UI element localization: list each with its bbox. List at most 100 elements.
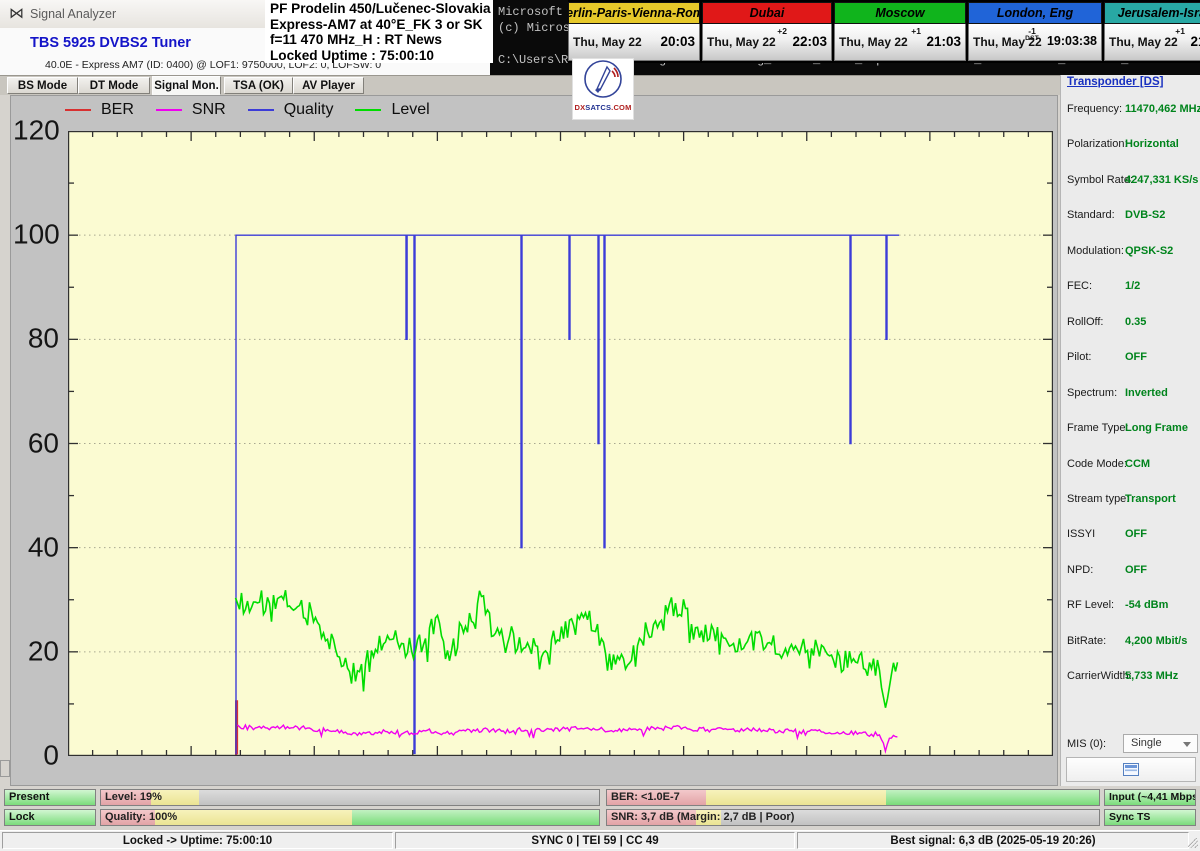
meter-quality: Quality: 100% <box>100 809 600 826</box>
legend-swatch-quality <box>247 109 274 111</box>
meter-segment-yellow <box>706 790 886 805</box>
console-line: (c) Microso <box>498 21 578 35</box>
meter-segment-green <box>351 810 599 825</box>
clock-date: Thu, May 22 <box>573 35 642 49</box>
field-value-stream-type: Transport <box>1125 492 1176 505</box>
tab-av-player[interactable]: AV Player <box>293 77 364 94</box>
console-line: Microsoft W <box>498 5 578 19</box>
tab-bar: BS Mode DT Mode Signal Mon. TSA (OK) AV Play… <box>0 75 1060 95</box>
tab-dt-mode[interactable]: DT Mode <box>78 77 150 94</box>
app-icon: ⋈ <box>9 5 24 22</box>
clock-utc-offset: -1 DST <box>1025 27 1039 43</box>
status-bar: Locked -> Uptime: 75:00:10 SYNC 0 | TEI … <box>0 830 1200 851</box>
clock-utc-offset: +2 <box>777 26 787 36</box>
mis-dropdown[interactable]: Single <box>1123 734 1198 753</box>
signal-monitor-panel: BER SNR Quality Level 0 20 40 60 80 100 120 <box>10 95 1058 786</box>
meter-segment-yellow <box>154 810 352 825</box>
field-value-spectrum: Inverted <box>1125 386 1168 399</box>
clock-time: 19:03:38 <box>1046 34 1097 48</box>
legend-label: Level <box>391 101 430 118</box>
clock-city-header: Moscow <box>834 2 966 24</box>
field-label-stream-type: Stream type: <box>1067 492 1130 505</box>
field-label-npd: NPD: <box>1067 563 1094 576</box>
field-label-mis: MIS (0): <box>1067 738 1107 750</box>
meter-segment-gray <box>198 790 599 805</box>
clock-city-header: Dubai <box>702 2 832 24</box>
offset-value: +1 <box>1175 26 1185 36</box>
window-icon <box>1123 763 1139 776</box>
field-value-carrierwidth: 5,733 MHz <box>1125 670 1179 683</box>
clock-body: Thu, May 22 19:03:38 -1 DST <box>968 24 1102 61</box>
offset-value: +1 <box>911 26 921 36</box>
dst-label: DST <box>1025 35 1039 42</box>
field-value-rolloff: 0.35 <box>1125 315 1147 328</box>
indicator-present: Present <box>4 789 96 806</box>
panel-button[interactable] <box>1066 757 1196 782</box>
meter-text: Level: 19% <box>105 791 162 803</box>
tab-signal-mon[interactable]: Signal Mon. <box>152 76 221 95</box>
offset-value: +2 <box>777 26 787 36</box>
clock-moscow: Moscow Thu, May 22 21:03 +1 <box>834 2 966 63</box>
field-label-rolloff: RollOff: <box>1067 315 1104 328</box>
y-axis-label: 0 <box>43 739 59 771</box>
clock-body: Thu, May 22 22:03 +2 <box>702 24 832 61</box>
clock-utc-offset: +1 <box>1175 26 1185 36</box>
chart-legend: BER SNR Quality Level <box>65 101 452 119</box>
transponder-header: Transponder [DS] <box>1067 76 1164 88</box>
legend-swatch-level <box>355 109 382 111</box>
clock-london-eng: London, Eng Thu, May 22 19:03:38 -1 DST <box>968 2 1102 63</box>
left-edge-grip[interactable] <box>0 760 10 777</box>
clock-date: Thu, May 22 <box>707 35 776 49</box>
field-value-issyi: OFF <box>1125 528 1147 541</box>
field-value-bitrate: 4,200 Mbit/s <box>1125 634 1188 647</box>
field-label-spectrum: Spectrum: <box>1067 386 1118 399</box>
field-value-pilot: OFF <box>1125 351 1147 364</box>
y-axis-label: 60 <box>27 426 59 458</box>
window-title: Signal Analyzer <box>30 7 117 21</box>
note-line: Express-AM7 at 40°E_FK 3 or SK <box>270 16 483 32</box>
field-label-carrierwidth: CarrierWidth: <box>1067 670 1132 683</box>
tab-bs-mode[interactable]: BS Mode <box>7 77 78 94</box>
field-value-code-mode: CCM <box>1125 457 1151 470</box>
clock-dubai: Dubai Thu, May 22 22:03 +2 <box>702 2 832 63</box>
legend-item-level: Level <box>355 101 430 119</box>
field-value-npd: OFF <box>1125 563 1147 576</box>
clock-time: 21:03 <box>926 34 961 49</box>
clock-body: Thu, May 22 21:03 +1 <box>834 24 966 61</box>
field-value-standard: DVB-S2 <box>1125 209 1166 222</box>
field-label-frequency: Frequency: <box>1067 103 1123 115</box>
logo-text: DXSATCS.COM <box>574 103 632 112</box>
tab-tsa-ok[interactable]: TSA (OK) <box>224 77 293 94</box>
y-axis-label: 80 <box>27 322 59 354</box>
y-axis-label: 20 <box>27 635 59 667</box>
meter-ber: BER: <1.0E-7 <box>606 789 1100 806</box>
clock-city-header: Jerusalem-Israel <box>1104 2 1200 24</box>
y-axis-label: 120 <box>13 114 60 146</box>
signal-chart[interactable] <box>68 131 1053 756</box>
meter-segment-green <box>885 790 1099 805</box>
y-axis-label: 40 <box>27 531 59 563</box>
status-best-signal: Best signal: 6,3 dB (2025-05-19 20:26) <box>797 832 1189 849</box>
field-label-fec: FEC: <box>1067 280 1093 293</box>
field-value-modulation: QPSK-S2 <box>1125 244 1174 257</box>
offset-value: -1 <box>1028 26 1036 36</box>
field-label-polarization: Polarization: <box>1067 138 1128 151</box>
meter-text: BER: <1.0E-7 <box>611 791 680 803</box>
meter-text: Quality: 100% <box>105 811 178 823</box>
field-label-rf-level: RF Level: <box>1067 599 1115 612</box>
legend-swatch-snr <box>155 109 182 111</box>
field-value-fec: 1/2 <box>1125 280 1141 293</box>
field-label-pilot: Pilot: <box>1067 351 1092 364</box>
dxsatcs-logo: DXSATCS.COM <box>572 58 634 120</box>
status-sync: SYNC 0 | TEI 59 | CC 49 <box>395 832 795 849</box>
legend-item-snr: SNR <box>155 101 226 119</box>
clock-time: 22:03 <box>792 34 827 49</box>
tuner-name: TBS 5925 DVBS2 Tuner <box>30 35 191 51</box>
field-value-frequency: 11470,462 MHz <box>1125 103 1200 115</box>
resize-grip[interactable] <box>1188 838 1198 848</box>
field-label-modulation: Modulation: <box>1067 244 1124 257</box>
field-value-symbol-rate: 4247,331 KS/s <box>1125 173 1199 186</box>
transponder-panel: Transponder [DS] Frequency: 11470,462 MHz… <box>1060 75 1200 786</box>
status-uptime: Locked -> Uptime: 75:00:10 <box>2 832 393 849</box>
field-label-issyi: ISSYI <box>1067 528 1096 541</box>
